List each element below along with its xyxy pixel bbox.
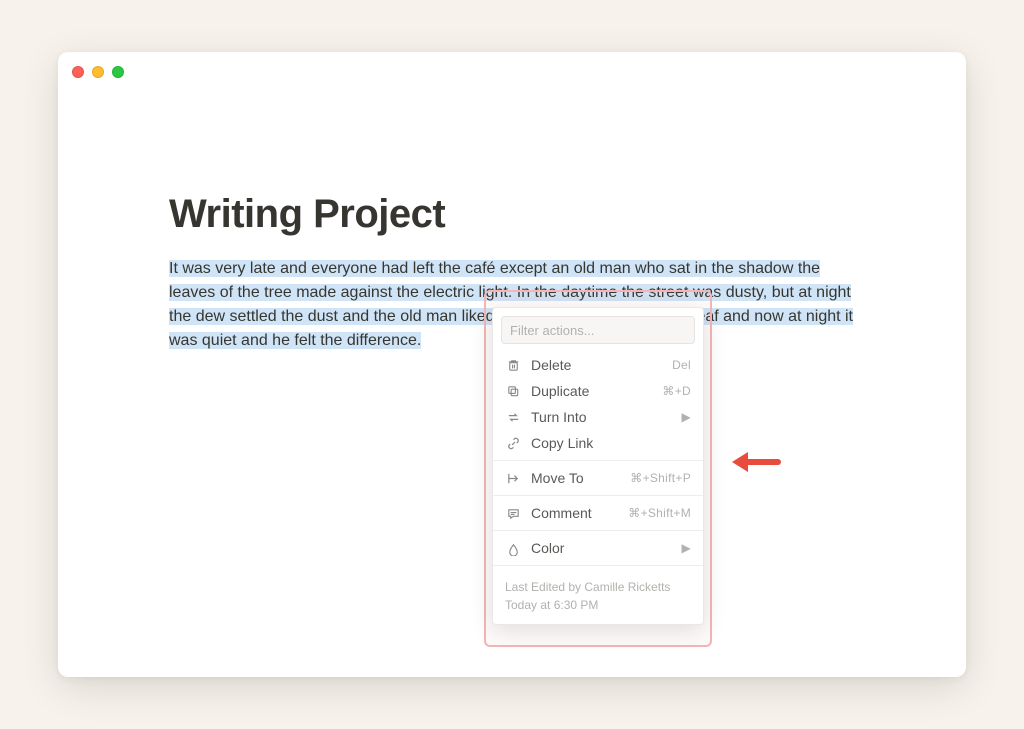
menu-item-label: Color	[531, 540, 671, 556]
menu-item-move-to[interactable]: Move To ⌘+Shift+P	[493, 465, 703, 491]
duplicate-icon	[505, 383, 521, 399]
menu-item-shortcut: Del	[672, 358, 691, 372]
menu-item-turn-into[interactable]: Turn Into ▶	[493, 404, 703, 430]
menu-item-label: Turn Into	[531, 409, 671, 425]
comment-icon	[505, 505, 521, 521]
menu-item-label: Duplicate	[531, 383, 652, 399]
menu-item-label: Move To	[531, 470, 620, 486]
menu-item-label: Comment	[531, 505, 618, 521]
move-to-icon	[505, 470, 521, 486]
turn-into-icon	[505, 409, 521, 425]
menu-item-duplicate[interactable]: Duplicate ⌘+D	[493, 378, 703, 404]
trash-icon	[505, 357, 521, 373]
menu-divider	[493, 460, 703, 461]
color-icon	[505, 540, 521, 556]
page-title[interactable]: Writing Project	[169, 192, 855, 237]
annotation-arrow-icon	[726, 442, 784, 482]
block-context-menu: Delete Del Duplicate ⌘+D Turn Into ▶	[492, 307, 704, 625]
link-icon	[505, 435, 521, 451]
menu-item-shortcut: ⌘+D	[662, 384, 691, 398]
last-edited-time: Today at 6:30 PM	[505, 596, 691, 614]
menu-item-delete[interactable]: Delete Del	[493, 352, 703, 378]
menu-divider	[493, 495, 703, 496]
menu-item-color[interactable]: Color ▶	[493, 535, 703, 561]
last-edited-by: Last Edited by Camille Ricketts	[505, 578, 691, 596]
menu-footer: Last Edited by Camille Ricketts Today at…	[493, 570, 703, 624]
chevron-right-icon: ▶	[681, 410, 691, 424]
menu-item-label: Delete	[531, 357, 662, 373]
window-controls	[72, 66, 124, 78]
app-window: Writing Project It was very late and eve…	[58, 52, 966, 677]
menu-item-shortcut: ⌘+Shift+P	[630, 471, 691, 485]
minimize-window-button[interactable]	[92, 66, 104, 78]
menu-item-label: Copy Link	[531, 435, 691, 451]
menu-divider	[493, 565, 703, 566]
menu-item-copy-link[interactable]: Copy Link	[493, 430, 703, 456]
maximize-window-button[interactable]	[112, 66, 124, 78]
menu-divider	[493, 530, 703, 531]
menu-item-comment[interactable]: Comment ⌘+Shift+M	[493, 500, 703, 526]
chevron-right-icon: ▶	[681, 541, 691, 555]
menu-item-shortcut: ⌘+Shift+M	[628, 506, 691, 520]
filter-actions-input[interactable]	[501, 316, 695, 344]
close-window-button[interactable]	[72, 66, 84, 78]
